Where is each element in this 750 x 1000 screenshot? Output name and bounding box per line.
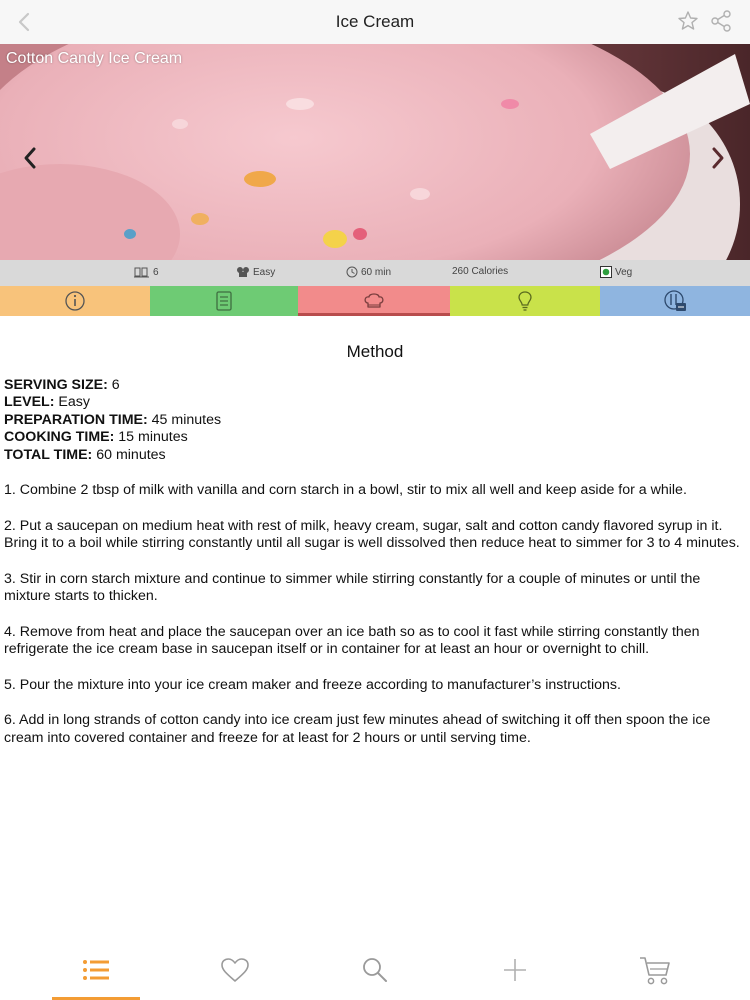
lightbulb-icon	[518, 291, 532, 311]
meta-label: TOTAL TIME:	[4, 446, 93, 463]
level-value: Easy	[253, 266, 276, 278]
page-title: Ice Cream	[335, 12, 415, 31]
recipe-stats-bar: 6 Easy 60 min 260 Calories Veg	[0, 260, 750, 286]
share-icon	[711, 10, 731, 32]
tab-ingredients[interactable]	[150, 286, 298, 316]
method-step: 4. Remove from heat and place the saucep…	[4, 623, 700, 658]
chef-icon	[237, 267, 249, 277]
meta-total-time: TOTAL TIME: 60 minutes	[4, 447, 746, 465]
list-icon	[83, 960, 109, 980]
meta-label: PREPARATION TIME:	[4, 411, 148, 428]
method-content: Method SERVING SIZE: 6 LEVEL: Easy PREPA…	[4, 338, 746, 765]
diet-value: Veg	[615, 266, 633, 278]
calories-value: 260 Calories	[452, 266, 509, 277]
next-image-button[interactable]	[708, 144, 728, 172]
favorite-button[interactable]	[676, 9, 700, 33]
meta-preparation-time: PREPARATION TIME: 45 minutes	[4, 412, 746, 430]
method-step: 6. Add in long strands of cotton candy i…	[4, 712, 711, 746]
nutrition-icon	[664, 290, 686, 311]
meta-serving-size: SERVING SIZE: 6	[4, 377, 746, 395]
recipe-title: Cotton Candy Ice Cream	[6, 50, 183, 67]
method-step: 3. Stir in corn starch mixture and conti…	[4, 570, 701, 605]
meta-value: 6	[111, 376, 120, 393]
meta-label: SERVING SIZE:	[4, 376, 108, 393]
ingredients-list-icon	[216, 291, 232, 311]
ice-cream-photo	[0, 44, 750, 260]
tab-tips[interactable]	[450, 286, 600, 316]
meta-value: 60 minutes	[96, 446, 166, 463]
previous-image-button[interactable]	[20, 144, 40, 172]
cart-icon	[640, 957, 670, 985]
chevron-left-icon	[24, 147, 36, 169]
heart-icon	[221, 958, 249, 982]
recipe-meta: SERVING SIZE: 6 LEVEL: Easy PREPARATION …	[4, 377, 746, 465]
tab-method[interactable]	[298, 286, 450, 316]
chevron-right-icon	[712, 147, 724, 169]
search-icon	[363, 958, 387, 982]
tab-info[interactable]	[0, 286, 150, 316]
recipe-section-tabs	[0, 286, 750, 316]
tabbar-favorites[interactable]	[160, 940, 310, 1000]
meta-value: 15 minutes	[118, 429, 188, 445]
bottom-tab-bar	[0, 940, 750, 1000]
meta-cooking-time: COOKING TIME: 15 minutes	[4, 429, 746, 447]
meta-label: LEVEL:	[4, 394, 55, 410]
method-steps: 1. Combine 2 tbsp of milk with vanilla a…	[4, 482, 746, 747]
clock-icon	[346, 266, 358, 278]
method-step: 1. Combine 2 tbsp of milk with vanilla a…	[4, 482, 687, 498]
share-button[interactable]	[708, 9, 734, 33]
tabbar-cart[interactable]	[580, 940, 730, 1000]
meta-value: Easy	[58, 394, 90, 410]
servings-stat: 6	[134, 266, 159, 278]
calories-stat: 260 Calories	[452, 266, 508, 277]
tabbar-recipes[interactable]	[0, 940, 150, 1000]
method-step: 5. Pour the mixture into your ice cream …	[4, 676, 621, 693]
recipe-hero-image[interactable]: Cotton Candy Ice Cream	[0, 44, 750, 260]
servings-icon	[134, 267, 149, 278]
chef-hat-icon	[364, 293, 384, 308]
meta-label: COOKING TIME:	[4, 429, 115, 445]
tab-nutrition[interactable]	[600, 286, 750, 316]
method-step: 2. Put a saucepan on medium heat with re…	[4, 517, 740, 552]
plus-icon	[504, 959, 526, 981]
section-heading: Method	[346, 342, 404, 361]
time-value: 60 min	[361, 266, 392, 278]
star-icon	[678, 11, 698, 30]
diet-stat: Veg	[600, 266, 632, 278]
level-stat: Easy	[236, 266, 275, 278]
meta-level: LEVEL: Easy	[4, 394, 746, 412]
time-stat: 60 min	[346, 266, 391, 278]
servings-value: 6	[153, 266, 159, 278]
meta-value: 45 minutes	[151, 411, 222, 428]
navigation-bar: Ice Cream	[0, 0, 750, 44]
tabbar-search[interactable]	[300, 940, 450, 1000]
info-icon	[65, 291, 85, 311]
tabbar-add[interactable]	[440, 940, 590, 1000]
veg-icon	[600, 266, 612, 278]
